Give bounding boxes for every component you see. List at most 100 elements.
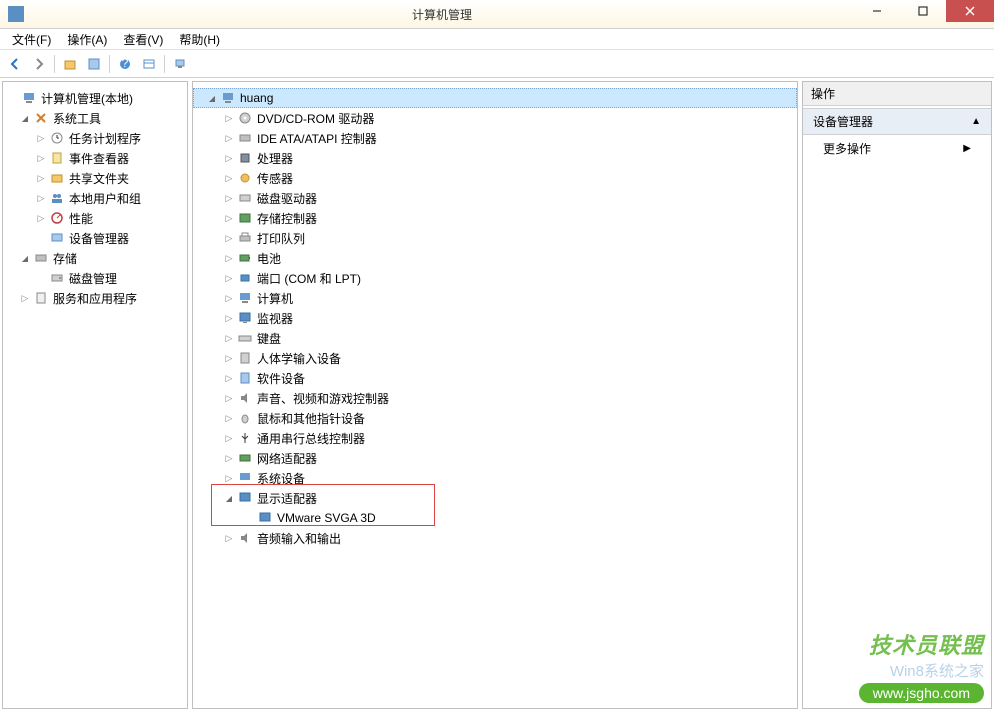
dvd-icon [237,110,253,126]
help-button[interactable]: ? [114,53,136,75]
tree-disk-mgmt[interactable]: 磁盘管理 [3,268,187,288]
forward-button[interactable] [28,53,50,75]
expander-icon[interactable] [223,392,235,404]
device-sensor[interactable]: 传感器 [193,168,797,188]
device-system[interactable]: 系统设备 [193,468,797,488]
device-sound[interactable]: 声音、视频和游戏控制器 [193,388,797,408]
tree-label: huang [240,91,273,105]
tree-label: VMware SVGA 3D [277,511,376,525]
expander-icon[interactable] [223,312,235,324]
expander-icon[interactable] [35,212,47,224]
tree-local-users[interactable]: 本地用户和组 [3,188,187,208]
tools-icon [33,110,49,126]
device-disk-drives[interactable]: 磁盘驱动器 [193,188,797,208]
device-vmware-svga[interactable]: VMware SVGA 3D [193,508,797,528]
device-hid[interactable]: 人体学输入设备 [193,348,797,368]
device-mouse[interactable]: 鼠标和其他指针设备 [193,408,797,428]
view-button[interactable] [138,53,160,75]
device-battery[interactable]: 电池 [193,248,797,268]
actions-section[interactable]: 设备管理器 ▲ [803,108,991,135]
expander-icon[interactable] [35,152,47,164]
tree-label: 系统设备 [257,470,305,487]
tree-services-apps[interactable]: 服务和应用程序 [3,288,187,308]
toolbar-separator [109,55,110,73]
expander-icon [243,512,255,524]
device-monitor[interactable]: 监视器 [193,308,797,328]
expander-icon[interactable] [223,252,235,264]
expander-icon[interactable] [223,332,235,344]
device-software[interactable]: 软件设备 [193,368,797,388]
expander-icon[interactable] [223,372,235,384]
device-cpu[interactable]: 处理器 [193,148,797,168]
menu-view[interactable]: 查看(V) [115,29,171,50]
scan-button[interactable] [169,53,191,75]
device-host[interactable]: huang [193,88,797,108]
expander-icon[interactable] [223,272,235,284]
device-dvd[interactable]: DVD/CD-ROM 驱动器 [193,108,797,128]
expander-icon[interactable] [35,132,47,144]
expander-icon[interactable] [19,112,31,124]
device-usb[interactable]: 通用串行总线控制器 [193,428,797,448]
tree-event-viewer[interactable]: 事件查看器 [3,148,187,168]
expander-icon[interactable] [206,92,218,104]
expander-icon[interactable] [223,292,235,304]
device-computer[interactable]: 计算机 [193,288,797,308]
expander-icon[interactable] [35,192,47,204]
device-network[interactable]: 网络适配器 [193,448,797,468]
device-icon [49,230,65,246]
menu-help[interactable]: 帮助(H) [171,29,228,50]
tree-label: 电池 [257,250,281,267]
tree-system-tools[interactable]: 系统工具 [3,108,187,128]
tree-label: 计算机管理(本地) [41,90,133,107]
expander-icon [35,272,47,284]
up-button[interactable] [59,53,81,75]
tree-task-scheduler[interactable]: 任务计划程序 [3,128,187,148]
tree-label: 磁盘驱动器 [257,190,317,207]
device-ports[interactable]: 端口 (COM 和 LPT) [193,268,797,288]
device-storage-ctrl[interactable]: 存储控制器 [193,208,797,228]
expander-icon[interactable] [223,132,235,144]
expander-icon[interactable] [223,472,235,484]
menu-file[interactable]: 文件(F) [4,29,59,50]
tree-shared-folders[interactable]: 共享文件夹 [3,168,187,188]
expander-icon [35,232,47,244]
tree-label: 处理器 [257,150,293,167]
minimize-button[interactable] [854,0,900,22]
maximize-button[interactable] [900,0,946,22]
expander-icon[interactable] [223,492,235,504]
device-ide[interactable]: IDE ATA/ATAPI 控制器 [193,128,797,148]
device-audio-io[interactable]: 音频输入和输出 [193,528,797,548]
expander-icon[interactable] [223,412,235,424]
properties-button[interactable] [83,53,105,75]
expander-icon[interactable] [223,452,235,464]
keyboard-icon [237,330,253,346]
device-keyboard[interactable]: 键盘 [193,328,797,348]
device-print-queue[interactable]: 打印队列 [193,228,797,248]
expander-icon[interactable] [223,432,235,444]
expander-icon[interactable] [19,292,31,304]
expander-icon[interactable] [223,152,235,164]
tree-label: 共享文件夹 [69,170,129,187]
expander-icon[interactable] [223,112,235,124]
computer-icon [21,90,37,106]
tree-root[interactable]: 计算机管理(本地) [3,88,187,108]
expander-icon[interactable] [223,212,235,224]
expander-icon[interactable] [223,172,235,184]
menu-action[interactable]: 操作(A) [59,29,115,50]
back-button[interactable] [4,53,26,75]
close-button[interactable] [946,0,994,22]
expander-icon[interactable] [223,232,235,244]
expander-icon[interactable] [223,352,235,364]
tree-performance[interactable]: 性能 [3,208,187,228]
device-display-adapter[interactable]: 显示适配器 [193,488,797,508]
expander-icon[interactable] [223,192,235,204]
tree-storage[interactable]: 存储 [3,248,187,268]
tree-device-manager[interactable]: 设备管理器 [3,228,187,248]
expander-icon[interactable] [223,532,235,544]
collapse-icon[interactable]: ▲ [971,116,981,127]
expander-icon[interactable] [35,172,47,184]
tree-label: 服务和应用程序 [53,290,137,307]
expander-icon[interactable] [19,252,31,264]
services-icon [33,290,49,306]
action-more[interactable]: 更多操作 ▶ [803,135,991,162]
